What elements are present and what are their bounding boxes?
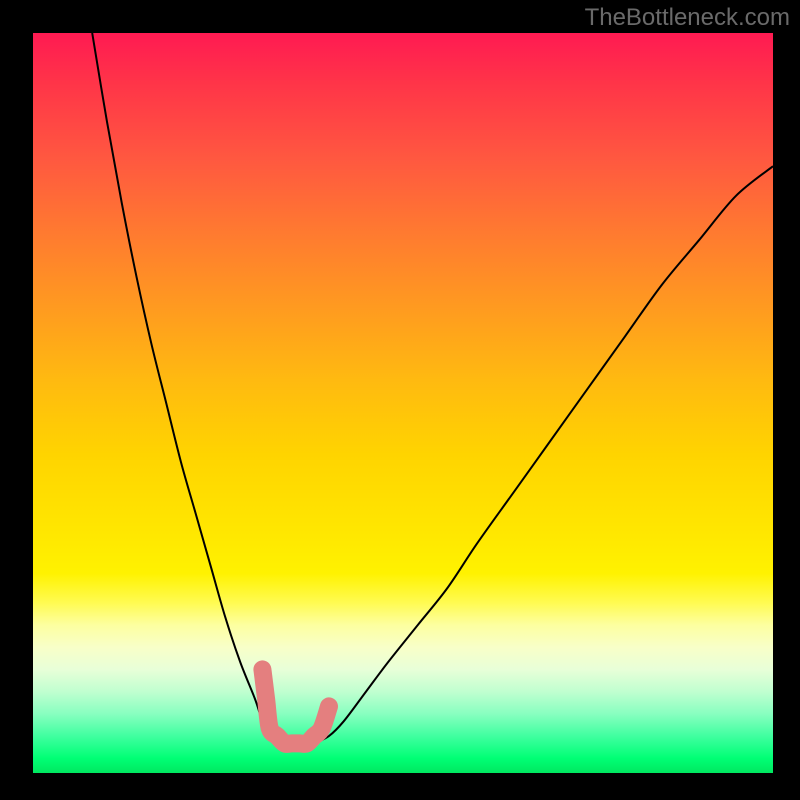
left-branch-path	[92, 33, 284, 744]
right-branch-path	[314, 166, 773, 743]
curve-svg	[33, 33, 773, 773]
plot-area	[33, 33, 773, 773]
chart-frame	[0, 0, 800, 800]
marker-dip-path	[262, 669, 329, 744]
watermark-text: TheBottleneck.com	[585, 4, 790, 32]
